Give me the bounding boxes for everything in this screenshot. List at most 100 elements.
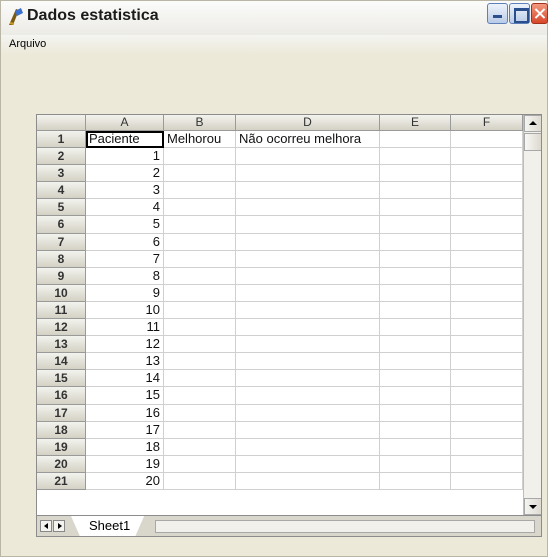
table-cell[interactable] <box>380 199 451 217</box>
table-cell[interactable] <box>380 472 451 490</box>
maximize-button[interactable] <box>509 3 530 24</box>
table-cell[interactable]: 3 <box>86 182 164 200</box>
table-cell[interactable]: 6 <box>86 233 164 251</box>
table-cell[interactable] <box>164 284 236 302</box>
tab-scroll-right-icon[interactable] <box>53 520 65 532</box>
table-cell[interactable] <box>236 472 380 490</box>
table-cell[interactable] <box>451 284 523 302</box>
table-cell[interactable] <box>380 455 451 473</box>
table-cell[interactable] <box>380 250 451 268</box>
title-bar[interactable]: Dados estatistica <box>1 1 548 35</box>
table-cell[interactable] <box>451 438 523 456</box>
table-cell[interactable] <box>451 387 523 405</box>
table-cell[interactable]: 11 <box>86 319 164 337</box>
table-cell[interactable]: 5 <box>86 216 164 234</box>
table-cell[interactable]: 19 <box>86 455 164 473</box>
row-header[interactable]: 14 <box>37 353 86 371</box>
table-cell[interactable]: 2 <box>86 165 164 183</box>
table-cell[interactable] <box>236 353 380 371</box>
table-cell[interactable] <box>451 301 523 320</box>
table-cell[interactable]: 9 <box>86 284 164 302</box>
table-cell[interactable]: 7 <box>86 250 164 268</box>
table-cell[interactable] <box>164 165 236 183</box>
table-cell[interactable] <box>380 148 451 166</box>
table-cell[interactable] <box>164 336 236 354</box>
table-cell[interactable] <box>451 455 523 473</box>
table-cell[interactable]: 10 <box>86 301 164 320</box>
row-header[interactable]: 21 <box>37 472 86 490</box>
row-header[interactable]: 10 <box>37 284 86 302</box>
table-cell[interactable] <box>380 131 451 149</box>
table-cell[interactable] <box>451 182 523 200</box>
table-cell[interactable] <box>236 284 380 302</box>
table-cell[interactable] <box>380 438 451 456</box>
table-cell[interactable] <box>164 421 236 439</box>
table-cell[interactable] <box>380 404 451 422</box>
table-cell[interactable] <box>164 233 236 251</box>
table-cell[interactable] <box>164 216 236 234</box>
table-cell[interactable]: 17 <box>86 421 164 439</box>
table-cell[interactable] <box>236 319 380 337</box>
table-cell[interactable] <box>380 216 451 234</box>
table-cell[interactable] <box>164 353 236 371</box>
row-header[interactable]: 17 <box>37 404 86 422</box>
column-header-f[interactable]: F <box>451 115 523 131</box>
table-cell[interactable]: 18 <box>86 438 164 456</box>
table-cell[interactable] <box>451 421 523 439</box>
spreadsheet[interactable]: A B D E F 1 Paciente Melhorou Não ocorreu m… <box>36 114 542 537</box>
table-cell[interactable] <box>380 421 451 439</box>
table-cell[interactable] <box>451 148 523 166</box>
row-header[interactable]: 3 <box>37 165 86 183</box>
table-cell[interactable] <box>164 148 236 166</box>
table-cell[interactable] <box>451 472 523 490</box>
select-all-corner[interactable] <box>37 115 86 131</box>
table-cell[interactable] <box>164 267 236 285</box>
table-cell[interactable] <box>164 438 236 456</box>
column-header-d[interactable]: D <box>236 115 380 131</box>
row-header[interactable]: 11 <box>37 301 86 320</box>
row-header[interactable]: 5 <box>37 199 86 217</box>
row-header[interactable]: 1 <box>37 131 86 149</box>
table-cell[interactable] <box>236 267 380 285</box>
table-cell[interactable] <box>164 404 236 422</box>
table-cell[interactable] <box>451 199 523 217</box>
table-cell[interactable] <box>236 336 380 354</box>
table-cell[interactable] <box>380 301 451 320</box>
row-header[interactable]: 4 <box>37 182 86 200</box>
scroll-thumb[interactable] <box>524 133 541 151</box>
table-cell[interactable] <box>451 353 523 371</box>
minimize-button[interactable] <box>487 3 508 24</box>
column-header-b[interactable]: B <box>164 115 236 131</box>
table-cell[interactable] <box>236 421 380 439</box>
table-cell[interactable] <box>164 199 236 217</box>
row-header[interactable]: 20 <box>37 455 86 473</box>
table-cell[interactable]: 4 <box>86 199 164 217</box>
table-cell[interactable]: 12 <box>86 336 164 354</box>
horizontal-scrollbar[interactable] <box>155 520 535 533</box>
table-cell[interactable] <box>451 404 523 422</box>
table-cell[interactable] <box>380 233 451 251</box>
table-cell[interactable] <box>380 284 451 302</box>
table-cell[interactable] <box>380 370 451 388</box>
table-cell[interactable]: 8 <box>86 267 164 285</box>
table-cell[interactable] <box>236 370 380 388</box>
table-cell[interactable] <box>451 233 523 251</box>
row-header[interactable]: 18 <box>37 421 86 439</box>
row-header[interactable]: 16 <box>37 387 86 405</box>
table-cell[interactable]: Melhorou <box>164 131 236 149</box>
table-cell[interactable] <box>236 387 380 405</box>
table-cell[interactable] <box>451 370 523 388</box>
table-cell[interactable] <box>236 233 380 251</box>
table-cell[interactable]: Não ocorreu melhora <box>236 131 380 149</box>
table-cell[interactable] <box>164 455 236 473</box>
vertical-scrollbar[interactable] <box>523 115 541 515</box>
row-header[interactable]: 12 <box>37 319 86 337</box>
column-header-e[interactable]: E <box>380 115 451 131</box>
table-cell[interactable] <box>236 216 380 234</box>
tab-scroll-left-icon[interactable] <box>40 520 52 532</box>
table-cell[interactable] <box>451 216 523 234</box>
table-cell[interactable] <box>164 301 236 320</box>
table-cell[interactable] <box>164 472 236 490</box>
table-cell[interactable] <box>164 182 236 200</box>
row-header[interactable]: 15 <box>37 370 86 388</box>
